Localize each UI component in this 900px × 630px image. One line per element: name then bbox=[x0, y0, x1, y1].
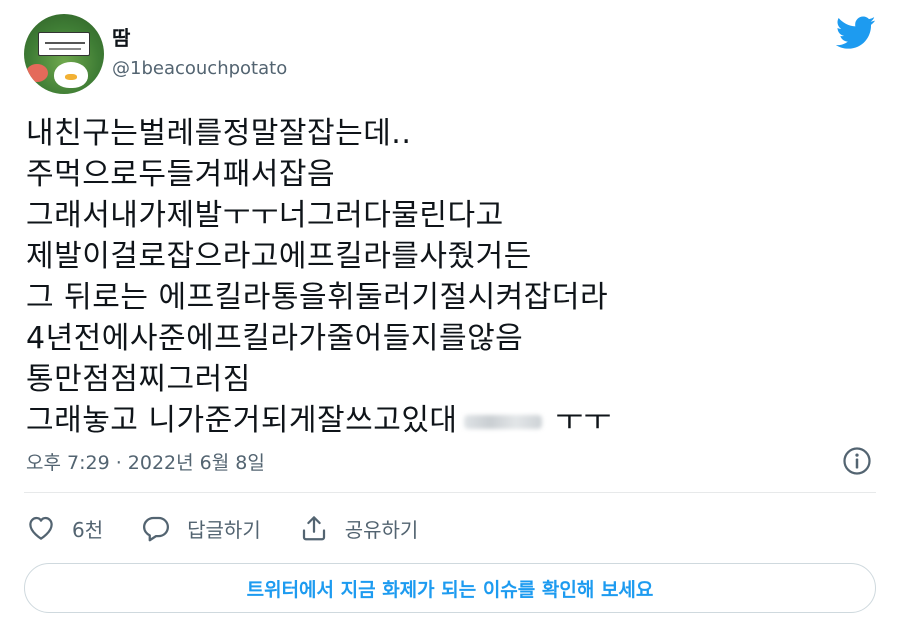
tweet-line: 그 뒤로는 에프킬라통을휘둘러기절시켜잡더라 bbox=[26, 280, 609, 315]
tweet-line: 그래서내가제발ㅜㅜ너그러다물린다고 bbox=[26, 198, 504, 233]
tweet-actions: 6천 답글하기 공유하기 bbox=[26, 508, 456, 548]
reply-label: 답글하기 bbox=[187, 517, 261, 542]
tweet-line-last: 그래놓고 니가준거되게잘쓰고있대 ㅜㅜ bbox=[26, 400, 876, 441]
share-label: 공유하기 bbox=[344, 517, 419, 542]
tweet-timestamp[interactable]: 오후 7:29 · 2022년 6월 8일 bbox=[26, 448, 265, 475]
reply-icon bbox=[143, 516, 170, 542]
user-handle[interactable]: @1beacouchpotato bbox=[112, 58, 287, 79]
share-icon bbox=[302, 516, 325, 541]
tweet-line-text: 그래놓고 니가준거되게잘쓰고있대 bbox=[26, 403, 458, 438]
tweet-line: 통만점점찌그러짐 bbox=[26, 362, 251, 397]
tweet-line: 내친구는벌레를정말잘잡는데.. bbox=[26, 116, 412, 151]
tweet-text: 내친구는벌레를정말잘잡는데.. 주먹으로두들겨패서잡음 그래서내가제발ㅜㅜ너그러… bbox=[26, 113, 876, 441]
avatar-duck bbox=[54, 62, 88, 88]
user-name[interactable]: 땀 bbox=[112, 22, 130, 51]
like-count: 6천 bbox=[72, 517, 104, 542]
twitter-bird-icon[interactable] bbox=[836, 16, 876, 50]
trending-topics-button[interactable]: 트위터에서 지금 화제가 되는 이슈를 확인해 보세요 bbox=[24, 563, 876, 613]
divider bbox=[24, 492, 876, 493]
avatar-sign bbox=[38, 32, 90, 56]
share-button[interactable]: 공유하기 bbox=[299, 513, 419, 543]
reply-button[interactable]: 답글하기 bbox=[141, 513, 261, 543]
blurred-text bbox=[463, 414, 542, 429]
tweet-line: 주먹으로두들겨패서잡음 bbox=[26, 157, 336, 192]
tweet-line: 4년전에사준에프킬라가줄어들지를않음 bbox=[26, 321, 524, 356]
tweet-line-suffix: ㅜㅜ bbox=[555, 403, 612, 438]
avatar[interactable] bbox=[24, 14, 104, 94]
tweet-line: 제발이걸로잡으라고에프킬라를사줬거든 bbox=[26, 239, 532, 274]
heart-icon bbox=[29, 516, 53, 540]
info-icon[interactable] bbox=[842, 446, 872, 476]
avatar-flower bbox=[26, 64, 48, 82]
like-button[interactable]: 6천 bbox=[26, 513, 103, 543]
